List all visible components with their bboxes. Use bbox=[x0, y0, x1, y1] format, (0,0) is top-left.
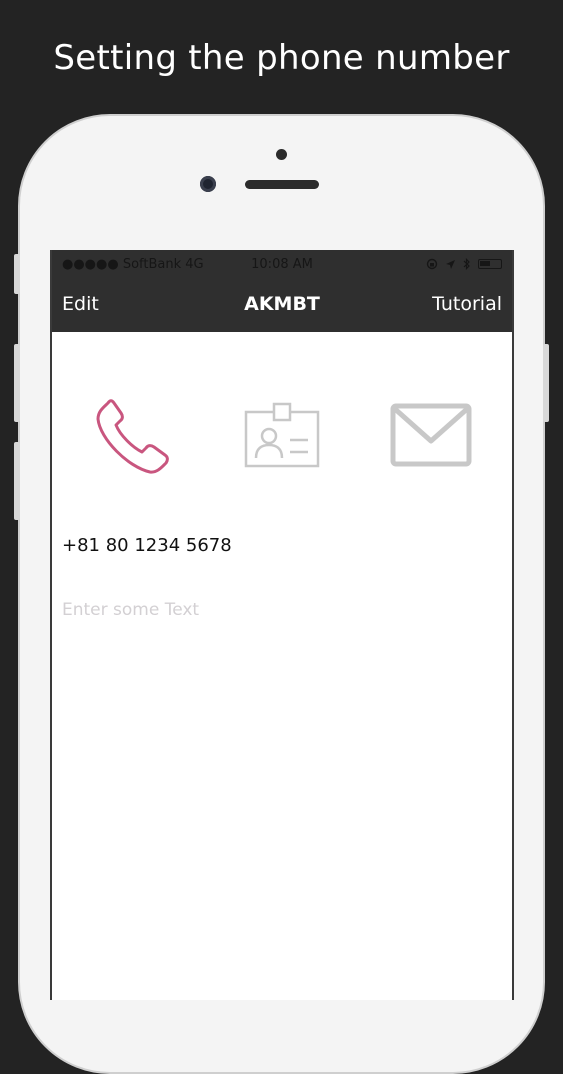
navigation-bar: Edit AKMBT Tutorial bbox=[52, 280, 512, 332]
front-camera bbox=[200, 176, 216, 192]
lock-rotation-icon bbox=[426, 258, 438, 270]
phone-tab-button[interactable] bbox=[90, 393, 178, 481]
tutorial-button[interactable]: Tutorial bbox=[432, 293, 502, 315]
earpiece-speaker bbox=[245, 180, 319, 189]
battery-icon bbox=[478, 259, 502, 269]
text-input[interactable] bbox=[62, 595, 502, 625]
phone-number-value[interactable]: +81 80 1234 5678 bbox=[62, 535, 232, 556]
headline: Setting the phone number bbox=[53, 38, 510, 78]
battery-fill bbox=[480, 261, 490, 266]
bluetooth-icon bbox=[463, 258, 470, 270]
side-button bbox=[543, 344, 549, 422]
contact-tab-button[interactable] bbox=[242, 402, 322, 472]
app-screen: ●●●●● SoftBank 4G 10:08 AM Edit AKMBT Tu… bbox=[50, 250, 514, 1000]
sensor bbox=[276, 149, 287, 160]
side-button bbox=[14, 442, 20, 520]
location-arrow-icon bbox=[446, 259, 455, 269]
status-bar: ●●●●● SoftBank 4G 10:08 AM bbox=[52, 250, 512, 280]
status-icons bbox=[426, 258, 502, 270]
mail-icon bbox=[390, 403, 472, 467]
side-button bbox=[14, 344, 20, 422]
side-button bbox=[14, 254, 20, 294]
mail-tab-button[interactable] bbox=[390, 403, 472, 467]
contact-card-icon bbox=[244, 402, 320, 468]
phone-icon bbox=[96, 399, 169, 474]
